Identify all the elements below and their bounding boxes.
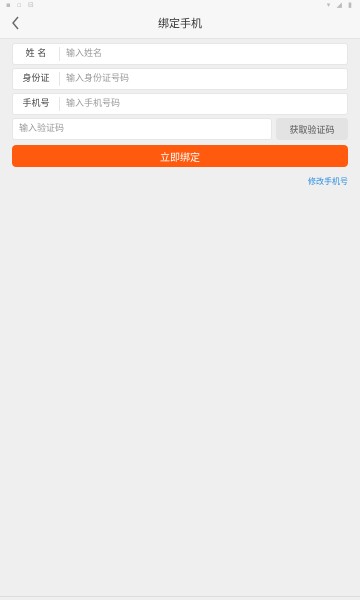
- bottom-divider: [0, 596, 360, 597]
- phone-row: 手机号: [12, 93, 348, 115]
- name-label: 姓 名: [13, 47, 60, 61]
- status-bar-left-icons: ▪ ▫ ⊟: [6, 1, 36, 9]
- verification-code-field: [12, 118, 272, 140]
- nav-bar: 绑定手机: [0, 10, 360, 39]
- verification-code-row: 获取验证码: [12, 118, 348, 140]
- name-row: 姓 名: [12, 43, 348, 65]
- page-title: 绑定手机: [158, 17, 202, 30]
- verification-code-input[interactable]: [13, 120, 271, 138]
- modify-phone-link[interactable]: 修改手机号: [12, 176, 348, 187]
- id-row: 身份证: [12, 68, 348, 90]
- phone-label: 手机号: [13, 97, 60, 111]
- bind-now-button[interactable]: 立即绑定: [12, 145, 348, 167]
- status-bar: ▪ ▫ ⊟ ▾ ◢ ▮: [0, 0, 360, 10]
- get-code-button[interactable]: 获取验证码: [276, 118, 348, 140]
- id-number-input[interactable]: [60, 70, 347, 88]
- status-bar-right-icons: ▾ ◢ ▮: [326, 1, 354, 9]
- id-label: 身份证: [13, 72, 60, 86]
- name-input[interactable]: [60, 45, 347, 63]
- phone-input[interactable]: [60, 95, 347, 113]
- bind-phone-form: 姓 名 身份证 手机号 获取验证码 立即绑定 修改手机号: [0, 39, 360, 187]
